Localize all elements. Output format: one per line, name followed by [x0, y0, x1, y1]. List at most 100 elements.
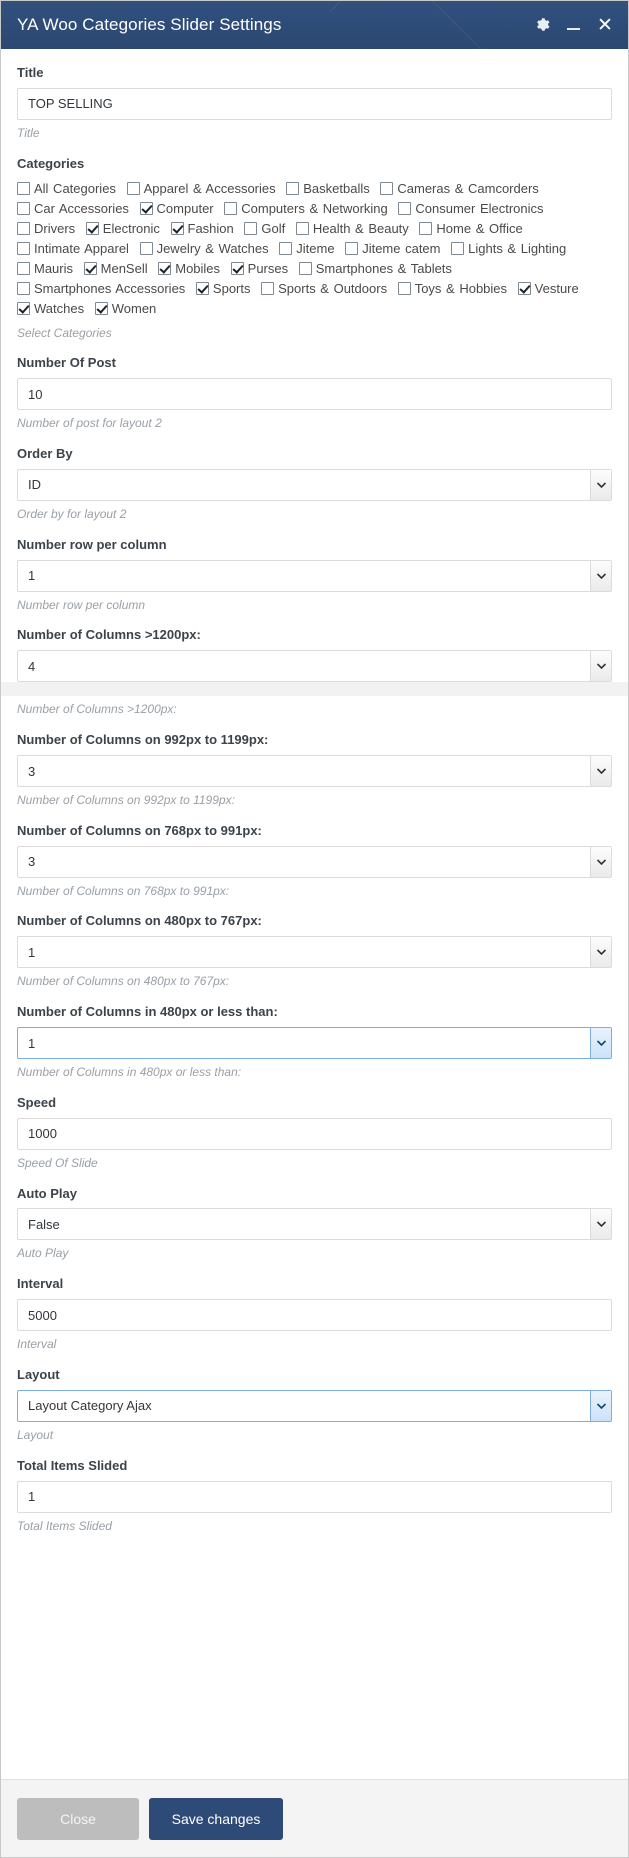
title-label: Title [17, 65, 44, 80]
checkbox-icon[interactable] [17, 181, 30, 195]
category-checkbox[interactable]: Toys & Hobbies [397, 281, 507, 296]
category-label: Drivers [34, 220, 76, 236]
checkbox-icon[interactable] [17, 242, 30, 255]
field-speed: Speed Speed Of Slide [17, 1095, 612, 1172]
checkbox-icon[interactable] [244, 221, 258, 235]
columns-768-991-select[interactable]: 3 [17, 845, 612, 878]
checkbox-icon[interactable] [126, 181, 140, 195]
minimize-icon[interactable] [566, 17, 582, 33]
category-checkbox[interactable]: Drivers [17, 221, 75, 236]
category-checkbox[interactable]: Lights & Lighting [451, 241, 566, 256]
chevron-down-icon [590, 756, 611, 786]
auto-play-select[interactable]: False [17, 1208, 612, 1241]
layout-help: Layout [17, 1427, 54, 1442]
category-checkbox[interactable]: Computer [139, 201, 214, 216]
category-checkbox[interactable]: Women [94, 301, 156, 316]
category-checkbox[interactable]: Sports & Outdoors [261, 281, 387, 296]
checkbox-icon[interactable] [17, 262, 30, 276]
columns-992-1199-select[interactable]: 3 [17, 755, 612, 787]
category-checkbox[interactable]: Sports [195, 281, 251, 296]
columns-480-less-value: 1 [17, 1027, 612, 1060]
number-of-post-input[interactable] [17, 378, 612, 411]
category-checkbox[interactable]: Watches [17, 301, 84, 316]
field-categories: Categories All Categories Apparel & Acce… [17, 156, 612, 342]
field-number-row-per-column: Number row per column 1 Number row per c… [17, 537, 612, 614]
field-interval: Interval Interval [17, 1276, 612, 1353]
category-checkbox[interactable]: Jiteme [279, 241, 335, 256]
checkbox-checked-icon[interactable] [517, 282, 531, 296]
category-checkbox[interactable]: Cameras & Camcorders [380, 181, 539, 196]
close-button[interactable]: Close [17, 1797, 139, 1840]
number-of-post-label: Number Of Post [17, 355, 116, 371]
category-checkbox[interactable]: Golf [244, 221, 285, 236]
checkbox-checked-icon[interactable] [230, 262, 244, 276]
category-checkbox[interactable]: Smartphones Accessories [17, 281, 185, 296]
checkbox-checked-icon[interactable] [139, 201, 153, 215]
checkbox-checked-icon[interactable] [85, 221, 99, 235]
checkbox-icon[interactable] [17, 282, 30, 296]
checkbox-icon[interactable] [286, 181, 300, 195]
total-items-slided-input[interactable] [17, 1480, 612, 1513]
category-checkbox[interactable]: Purses [230, 261, 288, 276]
category-checkbox[interactable]: MenSell [83, 261, 148, 276]
number-row-per-column-select[interactable]: 1 [17, 559, 612, 592]
checkbox-checked-icon[interactable] [83, 262, 97, 276]
checkbox-icon[interactable] [451, 242, 465, 255]
checkbox-icon[interactable] [224, 201, 238, 215]
category-checkbox[interactable]: Car Accessories [17, 201, 129, 216]
category-checkbox[interactable]: All Categories [17, 181, 116, 196]
columns-480-767-select[interactable]: 1 [17, 936, 612, 969]
category-checkbox[interactable]: Vesture [517, 281, 579, 296]
checkbox-icon[interactable] [298, 262, 312, 276]
checkbox-checked-icon[interactable] [158, 262, 172, 276]
category-checkbox[interactable]: Basketballs [286, 181, 370, 196]
category-checkbox[interactable]: Smartphones & Tablets [298, 261, 452, 276]
category-label: Consumer Electronics [415, 200, 544, 216]
checkbox-icon[interactable] [398, 201, 412, 215]
category-checkbox[interactable]: Home & Office [419, 221, 523, 236]
category-checkbox[interactable]: Mauris [17, 261, 73, 276]
order-by-select[interactable]: ID [17, 468, 612, 501]
columns-1200-select[interactable]: 4 [17, 650, 612, 683]
checkbox-icon[interactable] [139, 242, 153, 255]
checkbox-checked-icon[interactable] [195, 282, 209, 296]
checkbox-checked-icon[interactable] [94, 302, 108, 316]
category-checkbox[interactable]: Jiteme catem [345, 241, 441, 256]
checkbox-icon[interactable] [295, 221, 309, 235]
save-changes-button[interactable]: Save changes [149, 1797, 283, 1840]
checkbox-icon[interactable] [279, 242, 293, 255]
interval-input[interactable] [17, 1299, 612, 1332]
category-checkbox[interactable]: Fashion [170, 221, 234, 236]
checkbox-icon[interactable] [397, 282, 411, 296]
close-icon[interactable]: ✕ [596, 16, 614, 35]
checkbox-icon[interactable] [17, 201, 30, 215]
category-checkbox[interactable]: Health & Beauty [295, 221, 409, 236]
checkbox-checked-icon[interactable] [17, 302, 30, 316]
category-checkbox[interactable]: Computers & Networking [224, 201, 388, 216]
order-by-value: ID [17, 468, 612, 501]
checkbox-icon[interactable] [345, 242, 359, 255]
category-label: Mobiles [175, 261, 221, 277]
layout-label: Layout [17, 1366, 60, 1382]
category-checkbox[interactable]: Electronic [85, 221, 160, 236]
layout-select[interactable]: Layout Category Ajax [17, 1389, 612, 1422]
checkbox-icon[interactable] [380, 181, 394, 195]
field-auto-play: Auto Play False Auto Play [17, 1186, 612, 1263]
layout-value: Layout Category Ajax [17, 1389, 612, 1422]
checkbox-icon[interactable] [261, 282, 275, 296]
gear-icon[interactable] [534, 16, 552, 34]
speed-input[interactable] [17, 1117, 612, 1150]
category-checkbox[interactable]: Consumer Electronics [398, 200, 544, 216]
category-checkbox[interactable]: Mobiles [158, 261, 220, 276]
checkbox-icon[interactable] [419, 221, 433, 235]
category-checkbox[interactable]: Apparel & Accessories [126, 181, 276, 196]
columns-480-less-select[interactable]: 1 [17, 1027, 612, 1060]
checkbox-checked-icon[interactable] [170, 221, 184, 235]
columns-1200-value: 4 [17, 650, 612, 683]
categories-help: Select Categories [17, 325, 112, 340]
category-checkbox[interactable]: Intimate Apparel [17, 241, 129, 256]
category-checkbox[interactable]: Jewelry & Watches [139, 241, 269, 256]
checkbox-icon[interactable] [17, 221, 30, 235]
category-label: Jiteme [296, 241, 335, 256]
title-input[interactable] [17, 87, 612, 120]
